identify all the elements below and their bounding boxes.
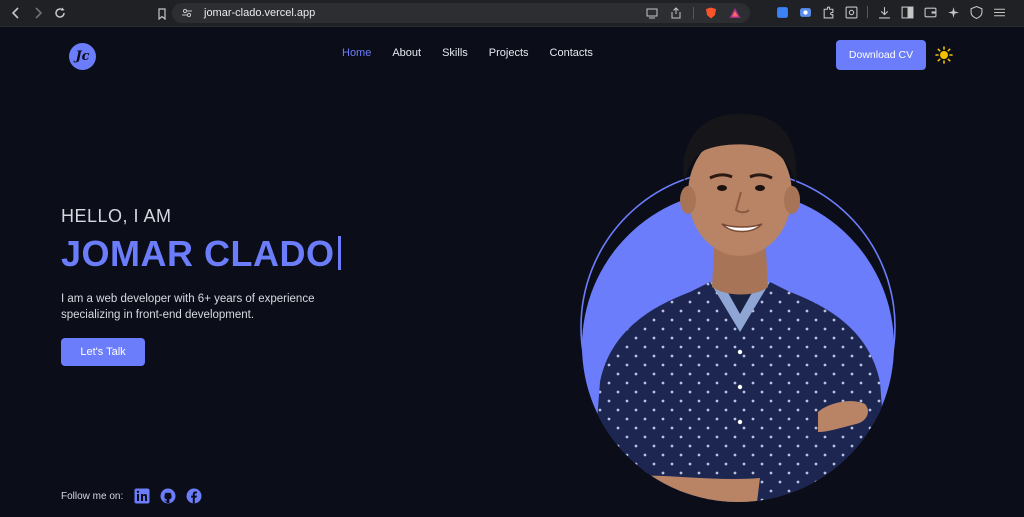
download-icon[interactable] (877, 5, 891, 19)
brave-shield-icon[interactable] (704, 6, 718, 20)
menu-icon[interactable] (992, 5, 1006, 19)
intro-text: I am a web developer with 6+ years of ex… (61, 293, 315, 321)
logo[interactable]: Jc (69, 43, 96, 70)
cast-icon[interactable] (645, 6, 659, 20)
screenshot-icon[interactable] (844, 5, 858, 19)
brave-rewards-icon[interactable] (728, 6, 742, 20)
divider (867, 6, 868, 18)
extension-icon[interactable] (798, 5, 812, 19)
nav-home[interactable]: Home (342, 47, 371, 59)
leo-ai-icon[interactable] (946, 5, 960, 19)
back-icon[interactable] (6, 3, 26, 23)
profile-photo (580, 113, 896, 502)
address-bar[interactable]: jomar-clado.vercel.app (172, 3, 750, 23)
follow-label: Follow me on: (61, 490, 124, 502)
browser-toolbar: jomar-clado.vercel.app (0, 0, 1024, 27)
extension-icon[interactable] (775, 5, 789, 19)
facebook-icon[interactable] (185, 487, 203, 505)
puzzle-icon[interactable] (821, 5, 835, 19)
nav-projects[interactable]: Projects (489, 47, 529, 59)
social-links: Follow me on: (61, 487, 203, 505)
forward-icon[interactable] (28, 3, 48, 23)
github-icon[interactable] (159, 487, 177, 505)
greeting: HELLO, I AM (61, 206, 172, 226)
divider (693, 7, 694, 19)
main-nav: Home About Skills Projects Contacts (342, 47, 593, 59)
bookmark-icon[interactable] (152, 4, 172, 24)
nav-contacts[interactable]: Contacts (550, 47, 593, 59)
extensions-bar (775, 5, 1006, 19)
sidebar-icon[interactable] (900, 5, 914, 19)
hero-name: JOMAR CLADO (61, 233, 341, 275)
wallet-icon[interactable] (923, 5, 937, 19)
download-cv-button[interactable]: Download CV (836, 40, 926, 70)
portfolio-page: Jc Home About Skills Projects Contacts D… (0, 27, 1024, 517)
sun-icon[interactable] (935, 46, 953, 64)
typing-caret (337, 236, 341, 270)
linkedin-icon[interactable] (133, 487, 151, 505)
share-icon[interactable] (669, 6, 683, 20)
site-settings-icon[interactable] (180, 6, 194, 20)
reload-icon[interactable] (50, 3, 70, 23)
url-text[interactable]: jomar-clado.vercel.app (204, 7, 315, 19)
nav-about[interactable]: About (392, 47, 421, 59)
lets-talk-button[interactable]: Let's Talk (61, 338, 145, 366)
vpn-shield-icon[interactable] (969, 5, 983, 19)
hero-name-text: JOMAR CLADO (61, 233, 335, 274)
nav-skills[interactable]: Skills (442, 47, 468, 59)
